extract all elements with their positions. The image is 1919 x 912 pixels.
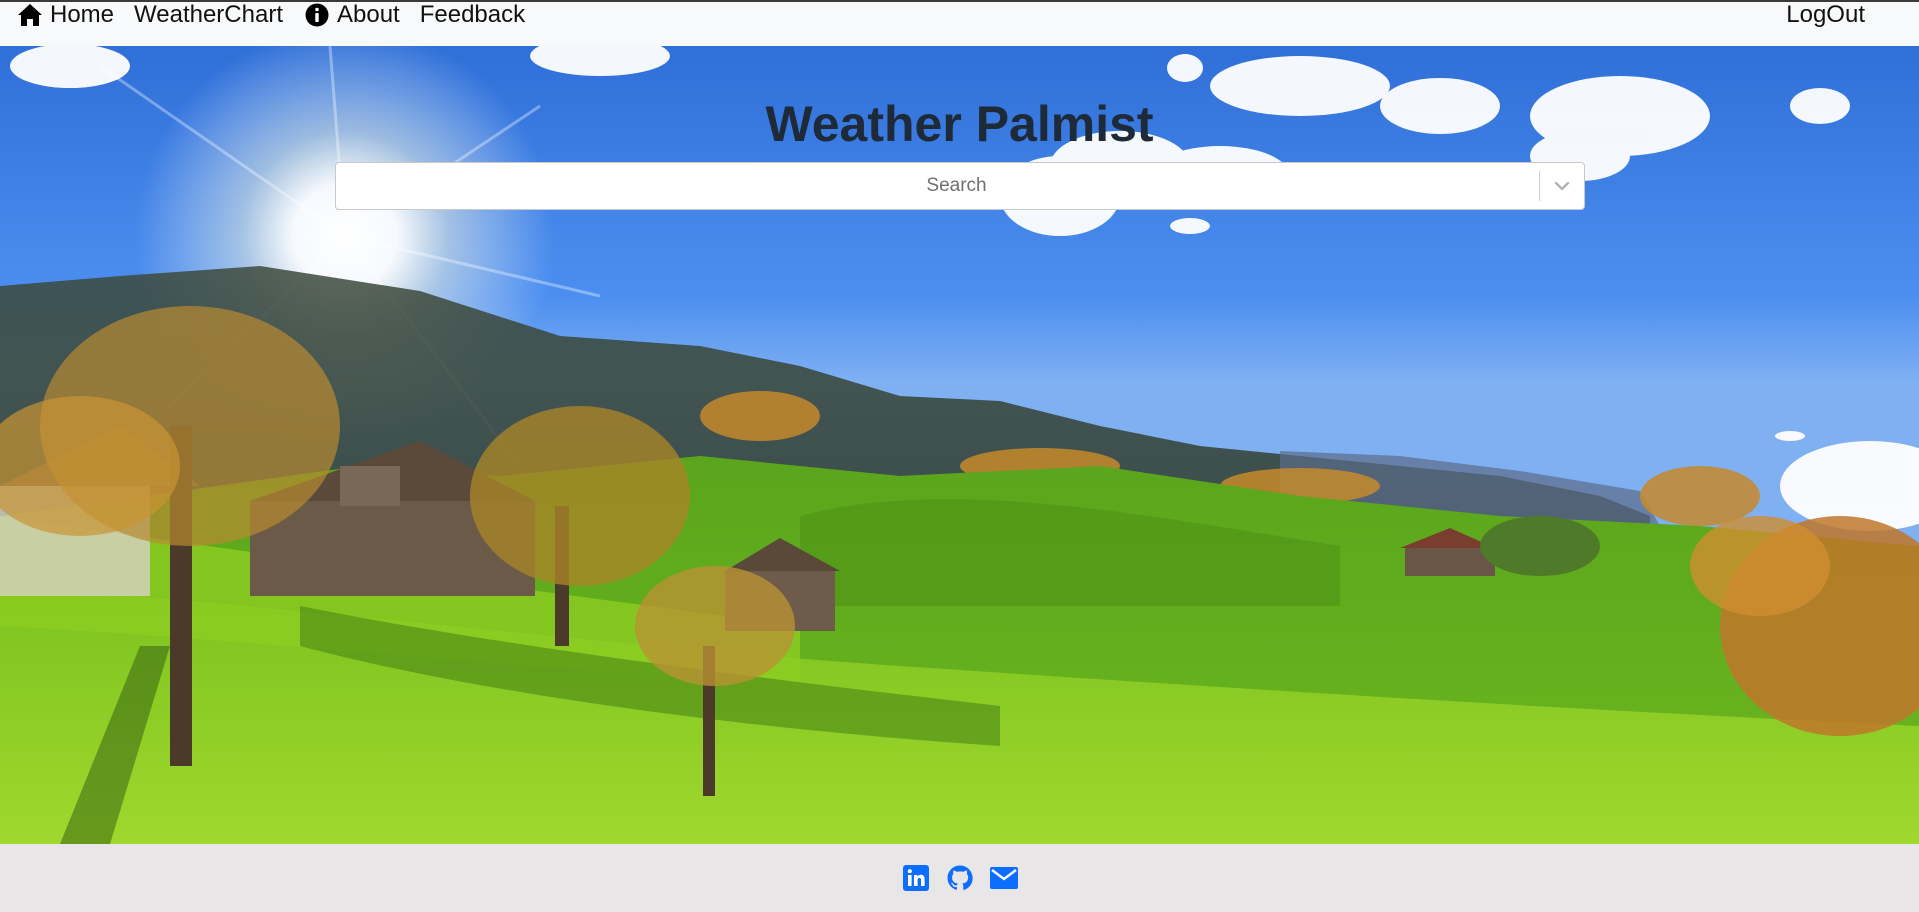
nav-about-label: About	[337, 1, 400, 28]
nav-home-label: Home	[50, 1, 115, 28]
home-icon	[16, 2, 44, 28]
nav-about-link[interactable]: About	[303, 2, 400, 28]
github-icon[interactable]	[946, 864, 974, 892]
footer	[0, 844, 1919, 912]
nav-feedback-label: Feedback	[419, 1, 526, 28]
nav-right-group: LogOut	[1786, 2, 1885, 28]
logout-label: LogOut	[1786, 1, 1865, 28]
nav-left-group: Home WeatherChart About Feedback	[0, 2, 545, 28]
nav-feedback-link[interactable]: Feedback	[420, 2, 525, 28]
nav-weatherchart-link[interactable]: WeatherChart	[134, 2, 283, 28]
logout-link[interactable]: LogOut	[1786, 2, 1865, 28]
page-title: Weather Palmist	[765, 96, 1154, 152]
search-input[interactable]	[336, 163, 1539, 209]
hero-section: Weather Palmist	[0, 46, 1919, 844]
navbar: Home WeatherChart About Feedback LogOut	[0, 0, 1919, 46]
info-icon	[303, 2, 331, 28]
nav-weatherchart-label: WeatherChart	[134, 1, 283, 28]
chevron-down-icon[interactable]	[1540, 163, 1584, 209]
email-icon[interactable]	[989, 864, 1018, 892]
nav-home-link[interactable]: Home	[16, 2, 114, 28]
search-select[interactable]	[335, 162, 1585, 210]
linkedin-icon[interactable]	[902, 864, 930, 892]
